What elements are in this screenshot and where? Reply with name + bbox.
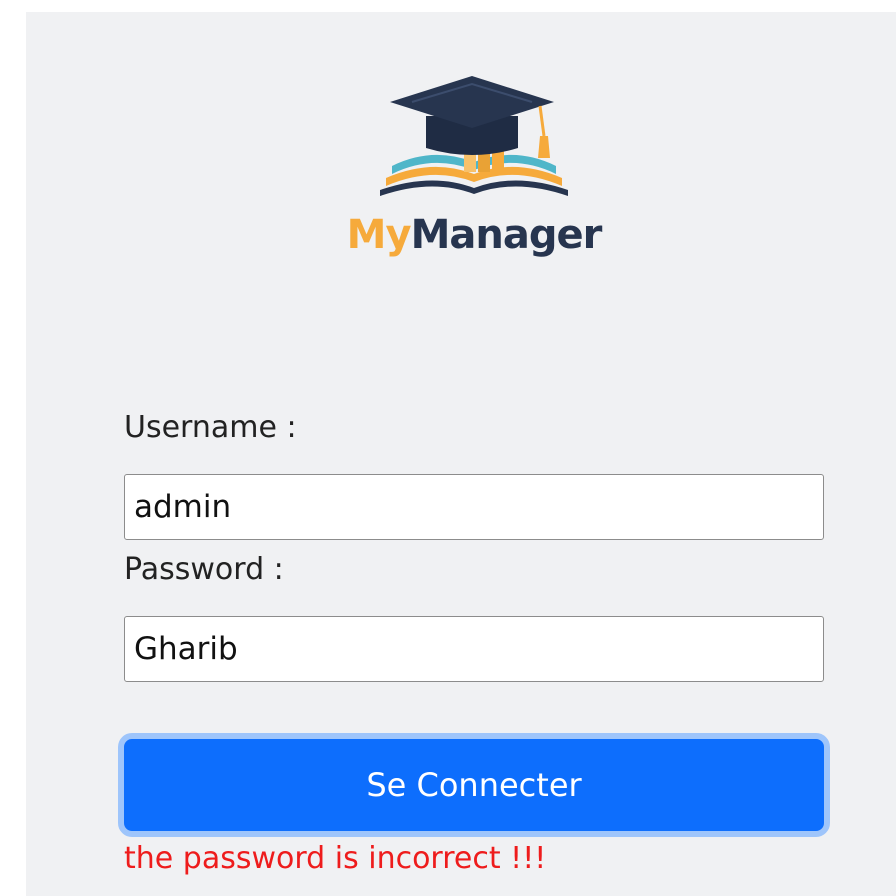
login-button[interactable]: Se Connecter	[118, 733, 830, 837]
error-message: the password is incorrect !!!	[124, 841, 547, 876]
graduation-cap-book-icon	[380, 76, 568, 196]
password-field[interactable]	[124, 616, 824, 682]
brand-prefix: My	[346, 212, 412, 258]
password-label: Password :	[124, 552, 284, 587]
username-label: Username :	[124, 410, 297, 445]
brand-name: MyManager	[334, 212, 614, 258]
app-logo: MyManager	[334, 66, 614, 276]
brand-suffix: Manager	[410, 212, 603, 258]
username-field[interactable]	[124, 474, 824, 540]
